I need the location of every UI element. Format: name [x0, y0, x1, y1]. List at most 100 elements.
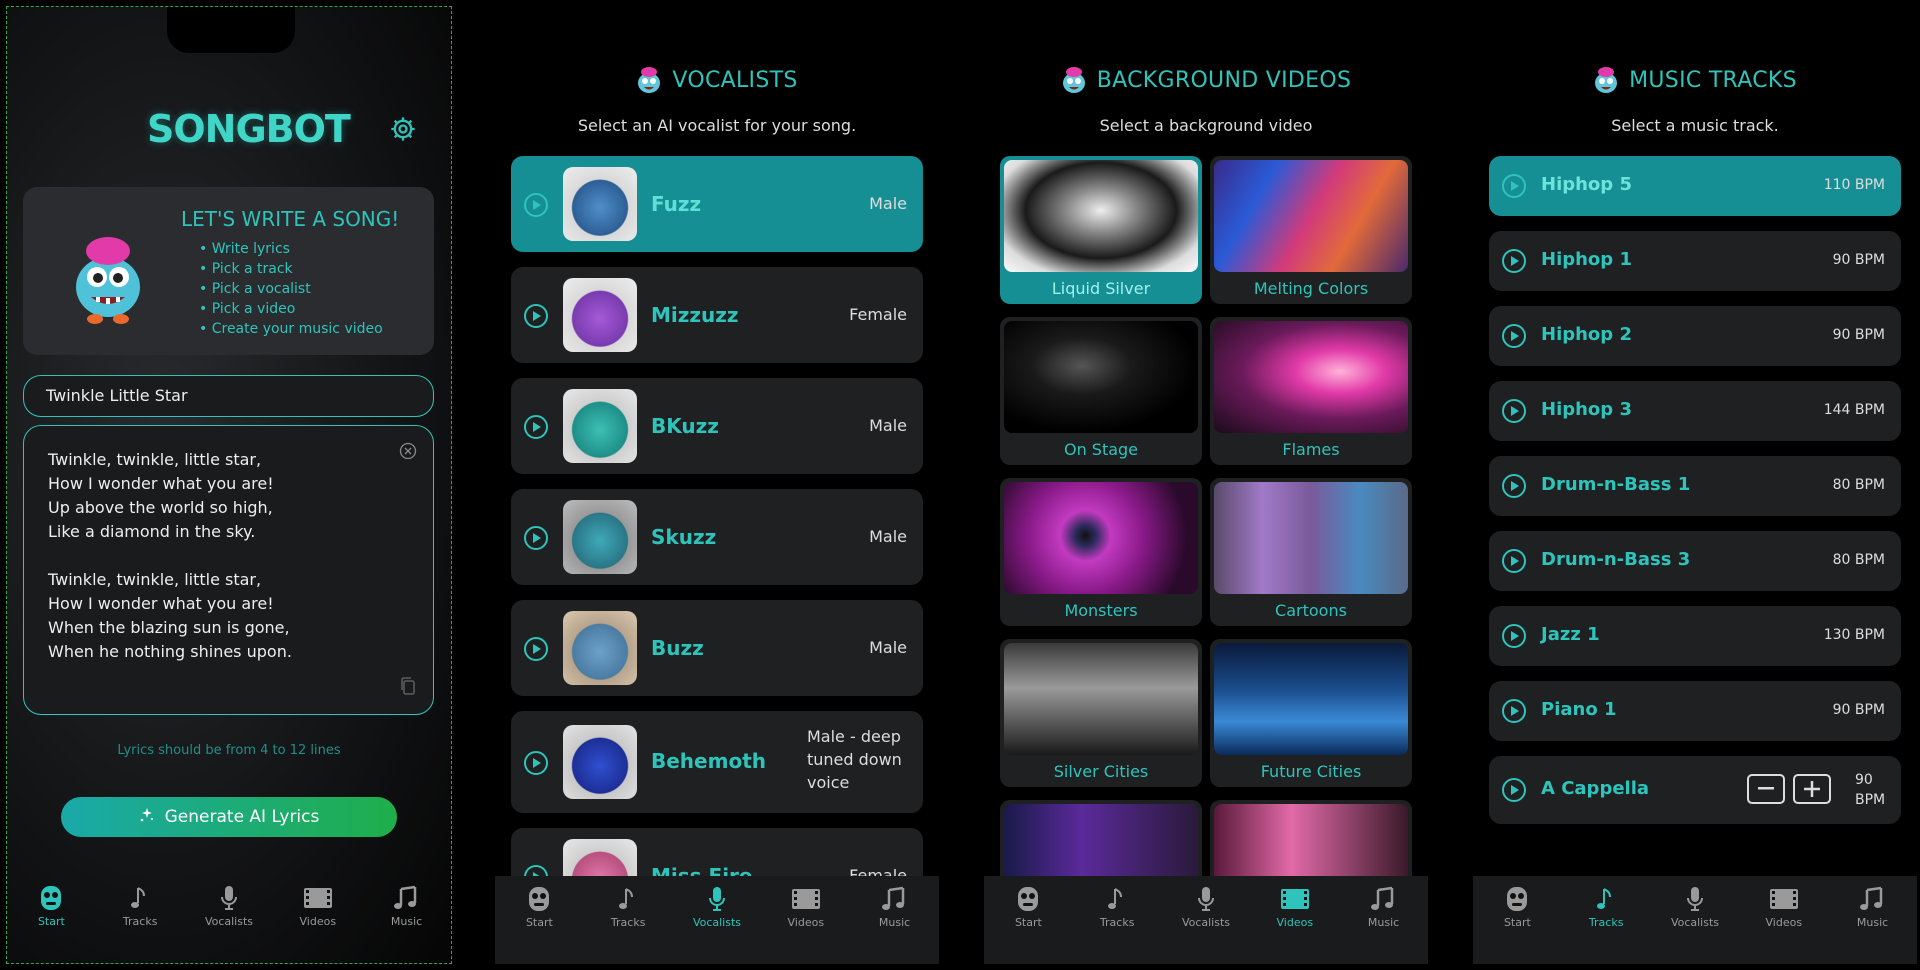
track-item[interactable]: Hiphop 3 144 BPM — [1489, 381, 1901, 441]
play-icon[interactable] — [1501, 777, 1527, 807]
video-title: Cartoons — [1275, 601, 1347, 620]
tab-vocalists[interactable]: Vocalists — [194, 883, 264, 928]
tab-tracks[interactable]: Tracks — [593, 884, 663, 929]
vocalist-item[interactable]: Behemoth Male - deep tuned down voice — [511, 711, 923, 813]
play-icon[interactable] — [523, 525, 549, 555]
tab-bar: Start Tracks Vocalists Videos Music — [984, 876, 1428, 964]
tab-label: Videos — [1276, 916, 1314, 929]
tab-music[interactable]: Music — [1838, 884, 1908, 929]
video-card[interactable]: Future Cities — [1210, 639, 1412, 787]
track-item[interactable]: Drum-n-Bass 3 80 BPM — [1489, 531, 1901, 591]
tab-start[interactable]: Start — [504, 884, 574, 929]
tab-tracks[interactable]: Tracks — [1082, 884, 1152, 929]
tab-music[interactable]: Music — [860, 884, 930, 929]
play-icon[interactable] — [523, 303, 549, 333]
film-icon — [1769, 884, 1799, 914]
track-name: Hiphop 3 — [1541, 399, 1632, 420]
track-item[interactable]: Jazz 1 130 BPM — [1489, 606, 1901, 666]
mascot-icon — [1061, 66, 1087, 94]
page-title: BACKGROUND VIDEOS — [1096, 67, 1352, 93]
generate-lyrics-button[interactable]: Generate AI Lyrics — [61, 797, 397, 837]
play-icon[interactable] — [1501, 548, 1527, 578]
tab-vocalists[interactable]: Vocalists — [1171, 884, 1241, 929]
clear-icon[interactable] — [399, 442, 417, 464]
play-icon[interactable] — [523, 192, 549, 222]
play-icon[interactable] — [1501, 473, 1527, 503]
tab-videos[interactable]: Videos — [1260, 884, 1330, 929]
song-title-input[interactable]: Twinkle Little Star — [23, 375, 434, 417]
tab-start[interactable]: Start — [993, 884, 1063, 929]
tab-videos[interactable]: Videos — [1749, 884, 1819, 929]
vocalist-avatar — [563, 167, 637, 241]
vocalist-voice: Male — [869, 527, 907, 546]
video-card[interactable]: Monsters — [1000, 478, 1202, 626]
play-icon[interactable] — [1501, 698, 1527, 728]
track-item[interactable]: Hiphop 2 90 BPM — [1489, 306, 1901, 366]
video-thumbnail — [1004, 160, 1198, 272]
video-thumbnail — [1004, 643, 1198, 755]
tab-music[interactable]: Music — [1349, 884, 1419, 929]
video-thumbnail — [1214, 160, 1408, 272]
steps-list: Write lyrics Pick a track Pick a vocalis… — [199, 239, 383, 339]
video-card[interactable]: Liquid Silver — [1000, 156, 1202, 304]
track-item[interactable]: Hiphop 1 90 BPM — [1489, 231, 1901, 291]
play-icon[interactable] — [1501, 248, 1527, 278]
tab-start[interactable]: Start — [1482, 884, 1552, 929]
tab-vocalists[interactable]: Vocalists — [1660, 884, 1730, 929]
track-item[interactable]: Hiphop 5 110 BPM — [1489, 156, 1901, 216]
play-icon[interactable] — [1501, 398, 1527, 428]
bpm-decrease-button[interactable] — [1747, 774, 1785, 804]
tab-bar: Start Tracks Vocalists Videos Music — [495, 876, 939, 964]
lyric-line: Twinkle, twinkle, little star, — [48, 570, 262, 589]
video-card[interactable]: Flames — [1210, 317, 1412, 465]
video-card[interactable]: On Stage — [1000, 317, 1202, 465]
play-icon[interactable] — [523, 414, 549, 444]
microphone-icon — [707, 884, 727, 914]
vocalist-voice: Male — [869, 194, 907, 213]
vocalist-item[interactable]: Fuzz Male — [511, 156, 923, 252]
play-icon[interactable] — [523, 636, 549, 666]
mascot-icon — [636, 66, 662, 94]
play-icon[interactable] — [1501, 623, 1527, 653]
vocalist-item[interactable]: BKuzz Male — [511, 378, 923, 474]
tab-music[interactable]: Music — [372, 883, 442, 928]
play-icon[interactable] — [1501, 323, 1527, 353]
video-card[interactable]: Melting Colors — [1210, 156, 1412, 304]
lyrics-textarea[interactable]: Twinkle, twinkle, little star, How I won… — [23, 425, 434, 715]
tab-label: Tracks — [1099, 916, 1135, 929]
track-name: Piano 1 — [1541, 699, 1617, 720]
track-item[interactable]: Piano 1 90 BPM — [1489, 681, 1901, 741]
list-item: Pick a video — [199, 299, 383, 319]
tab-videos[interactable]: Videos — [283, 883, 353, 928]
lyric-line: Up above the world so high, — [48, 498, 273, 517]
music-notes-icon — [392, 883, 422, 913]
video-thumbnail — [1004, 482, 1198, 594]
tab-tracks[interactable]: Tracks — [1571, 884, 1641, 929]
track-item[interactable]: A Cappella 90 BPM — [1489, 756, 1901, 824]
video-card[interactable]: Cartoons — [1210, 478, 1412, 626]
vocalist-avatar — [563, 389, 637, 463]
bpm-increase-button[interactable] — [1793, 774, 1831, 804]
monster-mascot-image — [63, 229, 153, 325]
tab-label: Vocalists — [1181, 916, 1231, 929]
vocalist-item[interactable]: Buzz Male — [511, 600, 923, 696]
gear-icon[interactable] — [389, 115, 417, 147]
tab-start[interactable]: Start — [16, 883, 86, 928]
vocalist-item[interactable]: Skuzz Male — [511, 489, 923, 585]
video-card[interactable]: Silver Cities — [1000, 639, 1202, 787]
page-subtitle: Select a music track. — [1611, 116, 1779, 135]
track-bpm: 144 BPM — [1823, 402, 1885, 418]
track-bpm: 90 BPM — [1855, 772, 1886, 808]
list-item: Write lyrics — [199, 239, 383, 259]
track-bpm: 90 BPM — [1832, 252, 1885, 268]
play-icon[interactable] — [1501, 173, 1527, 203]
start-screen: SONGBOT LET'S WRITE A SONG! Write lyrics… — [6, 6, 452, 964]
track-item[interactable]: Drum-n-Bass 1 80 BPM — [1489, 456, 1901, 516]
vocalist-item[interactable]: Mizzuzz Female — [511, 267, 923, 363]
tab-tracks[interactable]: Tracks — [105, 883, 175, 928]
tab-vocalists[interactable]: Vocalists — [682, 884, 752, 929]
tab-videos[interactable]: Videos — [771, 884, 841, 929]
copy-icon[interactable] — [399, 676, 417, 700]
tab-label: Videos — [1765, 916, 1803, 929]
play-icon[interactable] — [523, 750, 549, 780]
